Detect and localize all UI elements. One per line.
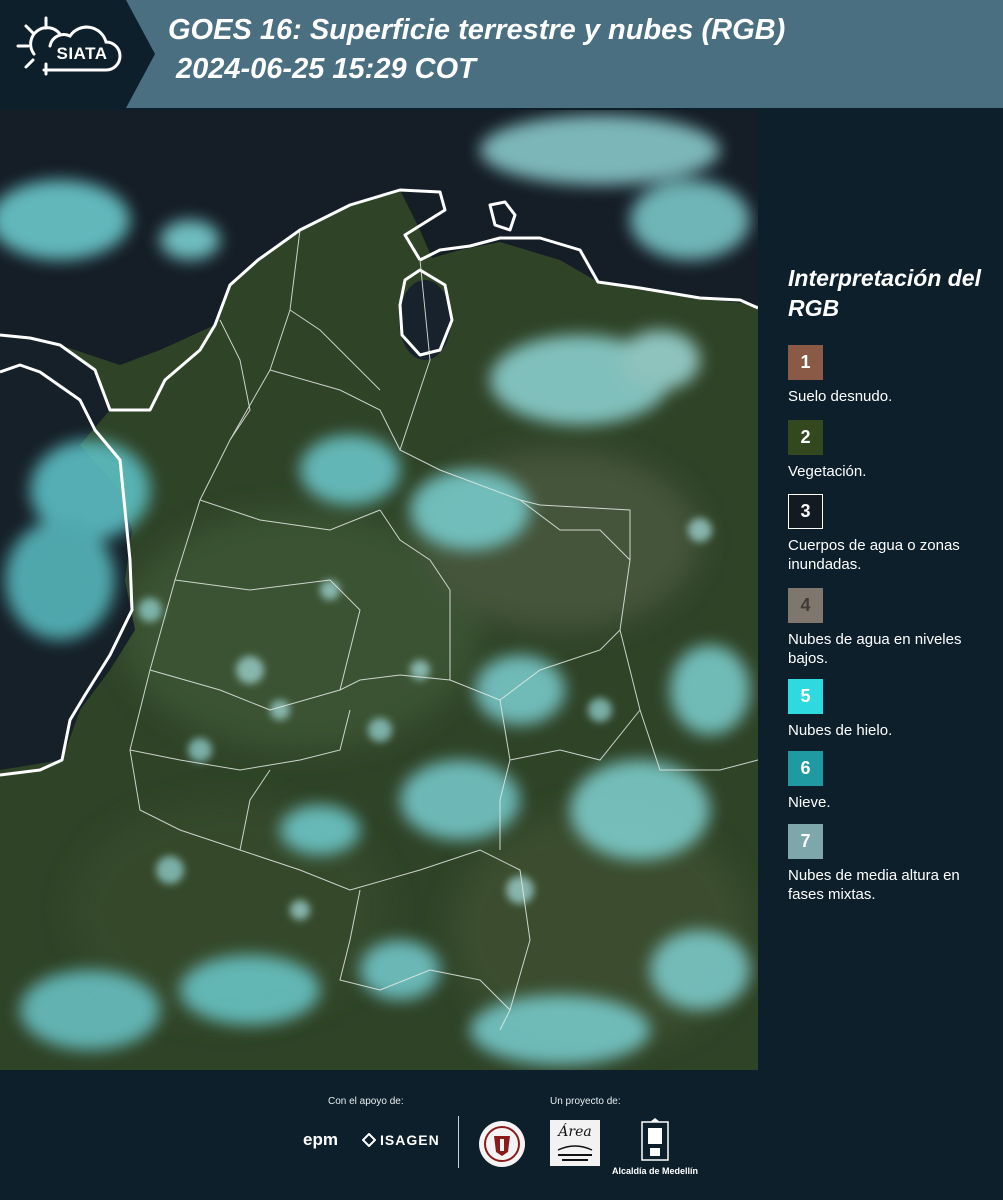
header-bar: SIATA GOES 16: Superficie terrestre y nu… — [0, 0, 1003, 108]
legend-label-5: Nubes de hielo. — [788, 722, 893, 739]
satellite-rgb-map-icon — [0, 110, 758, 1070]
legend-label-1: Suelo desnudo. — [788, 388, 893, 405]
area-metropolitana-logo: Área — [550, 1120, 600, 1166]
footer-divider — [458, 1116, 459, 1168]
legend-panel: Interpretación del RGB 1 Suelo desnudo. … — [760, 110, 1003, 1070]
university-seal-icon — [479, 1121, 525, 1167]
legend-item-7: 7 Nubes de media altura en fases mixtas. — [788, 824, 998, 904]
map-title: GOES 16: Superficie terrestre y nubes (R… — [168, 14, 786, 46]
legend-item-2: 2 Vegetación. — [788, 420, 998, 481]
siata-logo-text: SIATA — [56, 44, 108, 63]
legend-item-4: 4 Nubes de agua en niveles bajos. — [788, 588, 998, 668]
legend-label-6: Nieve. — [788, 794, 831, 811]
alcaldia-emblem-icon — [641, 1118, 669, 1161]
legend-swatch-6: 6 — [788, 751, 823, 786]
legend-item-6: 6 Nieve. — [788, 751, 998, 812]
legend-label-7: Nubes de media altura en fases mixtas. — [788, 867, 960, 903]
legend-item-5: 5 Nubes de hielo. — [788, 679, 998, 740]
support-caption: Con el apoyo de: — [328, 1096, 404, 1107]
legend-swatch-2: 2 — [788, 420, 823, 455]
legend-label-3: Cuerpos de agua o zonas inundadas. — [788, 537, 960, 573]
footer-bar: Con el apoyo de: Un proyecto de: epm ISA… — [0, 1070, 1003, 1200]
legend-swatch-1: 1 — [788, 345, 823, 380]
maracaibo-lake — [399, 280, 451, 360]
isagen-logo: ISAGEN — [362, 1132, 440, 1148]
legend-label-4: Nubes de agua en niveles bajos. — [788, 631, 962, 667]
legend-item-1: 1 Suelo desnudo. — [788, 345, 998, 406]
epm-logo: epm — [303, 1130, 338, 1149]
isagen-logo-text: ISAGEN — [380, 1132, 440, 1148]
legend-swatch-4: 4 — [788, 588, 823, 623]
area-swoosh-icon — [557, 1145, 593, 1161]
siata-logo-panel: SIATA — [0, 0, 155, 108]
legend-item-3: 3 Cuerpos de agua o zonas inundadas. — [788, 494, 998, 574]
legend-swatch-7: 7 — [788, 824, 823, 859]
legend-title: Interpretación del RGB — [788, 265, 981, 321]
isagen-mark-icon — [362, 1133, 376, 1147]
map-timestamp: 2024-06-25 15:29 COT — [176, 53, 476, 85]
legend-swatch-3: 3 — [788, 494, 823, 529]
project-caption: Un proyecto de: — [550, 1096, 621, 1107]
satellite-map — [0, 110, 758, 1070]
legend-label-2: Vegetación. — [788, 463, 867, 480]
legend-swatch-5: 5 — [788, 679, 823, 714]
alcaldia-label: Alcaldía de Medellín — [612, 1166, 699, 1176]
